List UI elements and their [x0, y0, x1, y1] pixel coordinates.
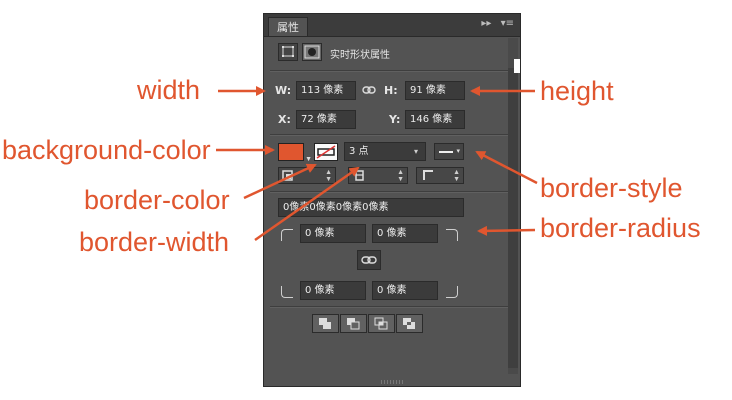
pathfinder-icon [403, 318, 415, 329]
label-height: height [540, 76, 614, 106]
chevron-down-icon[interactable]: ▾ [414, 147, 418, 156]
stroke-style-dropdown[interactable]: ▾ [434, 143, 464, 160]
label-border-color: border-color [84, 185, 230, 215]
separator [270, 70, 508, 72]
link-radius-button[interactable] [357, 250, 381, 270]
align-stroke-dropdown[interactable]: ▲ ▼ [278, 167, 336, 184]
height-field[interactable]: 91 像素 [405, 81, 465, 100]
label-background-color: background-color [2, 135, 211, 165]
label-width: width [137, 75, 201, 105]
rect-shape-icon[interactable] [278, 43, 298, 61]
separator [270, 134, 508, 136]
corner-icon [355, 170, 364, 181]
tab-properties[interactable]: 属性 [268, 17, 308, 36]
panel-edge-highlight [514, 59, 520, 73]
spinner-icon: ▲ ▼ [453, 169, 460, 183]
chevron-down-icon: ▾ [456, 148, 460, 155]
corner-tl-icon [281, 229, 293, 241]
fill-color-swatch[interactable]: ▼ [278, 143, 312, 163]
scroll-thumb[interactable] [508, 68, 518, 368]
radius-tr-field[interactable]: 0 像素 [372, 224, 438, 243]
radius-summary-field[interactable]: 0像素0像素0像素0像素 [278, 198, 464, 217]
mask-icon[interactable] [302, 43, 322, 61]
pathfinder-icon [347, 318, 360, 330]
radius-bl-field[interactable]: 0 像素 [300, 281, 366, 300]
x-field[interactable]: 72 像素 [296, 110, 356, 129]
expand-icon[interactable]: ▸▸ [481, 18, 491, 29]
radius-br-field[interactable]: 0 像素 [372, 281, 438, 300]
corner-br-icon [446, 286, 458, 298]
radius-tl-field[interactable]: 0 像素 [300, 224, 366, 243]
label-border-width: border-width [79, 227, 230, 257]
link-icon [361, 256, 377, 264]
pathfinder-icon [319, 318, 331, 329]
cap-style-dropdown[interactable]: ▲ ▼ [348, 167, 408, 184]
pathfinder-subtract-button[interactable] [340, 314, 367, 333]
corner-bl-icon [281, 286, 293, 298]
join-style-dropdown[interactable]: ▲ ▼ [416, 167, 464, 184]
panel-controls[interactable]: ▸▸ ▾≡ [481, 18, 514, 29]
properties-panel: 属性 ▸▸ ▾≡ 实时形状属性 W: 113 像素 H: 91 像素 X: 72… [263, 13, 521, 387]
pathfinder-exclude-button[interactable] [396, 314, 423, 333]
width-field[interactable]: 113 像素 [296, 81, 356, 100]
spinner-icon: ▲ ▼ [325, 169, 332, 183]
align-icon [282, 170, 293, 181]
resize-grip[interactable] [381, 380, 405, 384]
link-icon[interactable] [362, 83, 376, 97]
width-label: W: [275, 84, 292, 97]
panel-titlebar: 属性 ▸▸ ▾≡ [264, 14, 520, 37]
stroke-color-swatch[interactable] [314, 143, 338, 161]
y-field[interactable]: 146 像素 [405, 110, 465, 129]
panel-header-title: 实时形状属性 [330, 50, 390, 61]
pathfinder-intersect-button[interactable] [368, 314, 395, 333]
corner-tr-icon [446, 229, 458, 241]
chevron-down-icon: ▼ [305, 156, 312, 163]
pathfinder-icon [374, 317, 388, 330]
scrollbar[interactable] [508, 38, 518, 374]
label-border-radius: border-radius [540, 213, 701, 243]
line-style-preview [439, 151, 453, 153]
panel-menu-icon[interactable]: ▾≡ [501, 18, 514, 29]
x-label: X: [278, 113, 291, 126]
separator [270, 306, 508, 308]
pathfinder-unite-button[interactable] [312, 314, 339, 333]
corner-icon [423, 170, 433, 180]
spinner-icon: ▲ ▼ [397, 169, 404, 183]
separator [270, 191, 508, 193]
height-label: H: [384, 84, 398, 97]
label-border-style: border-style [540, 173, 683, 203]
y-label: Y: [389, 113, 401, 126]
